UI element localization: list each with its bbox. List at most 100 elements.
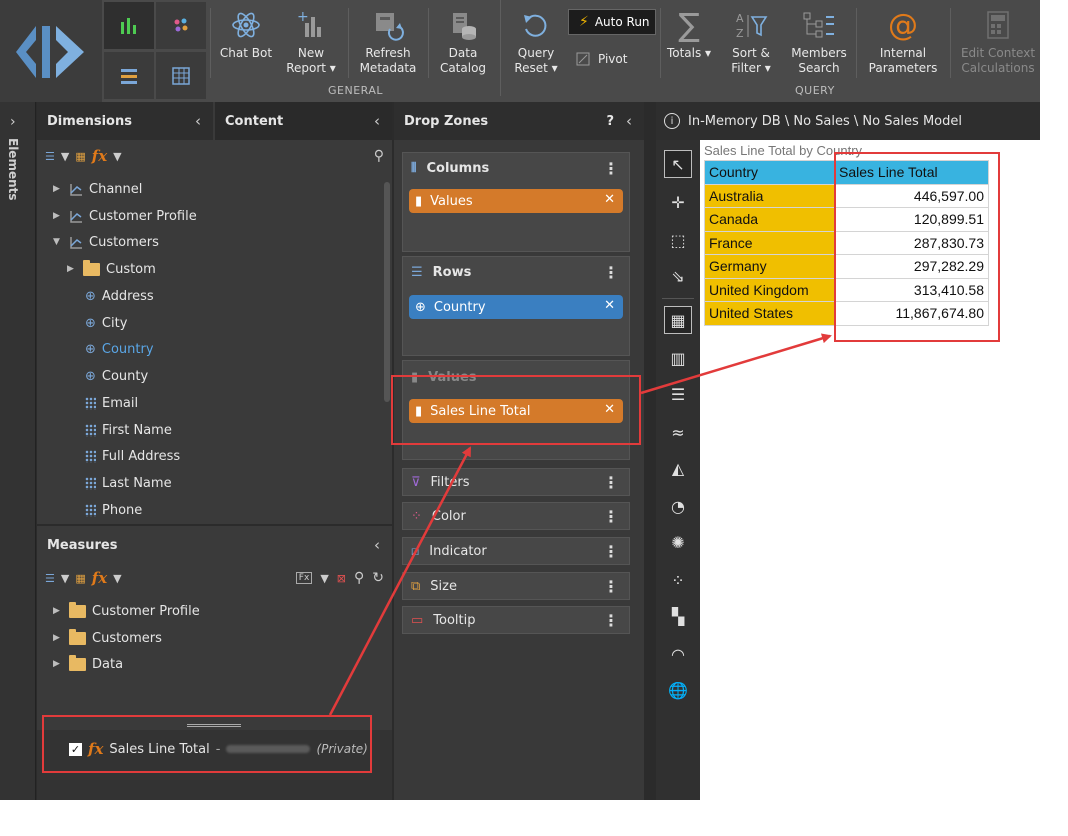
visualize-quick-button[interactable] [104, 2, 154, 49]
caret-down-icon[interactable]: ▼ [53, 237, 63, 247]
tree-item-data-measures[interactable]: ▶ Data [53, 651, 123, 677]
column-chart-icon[interactable]: ▥ [664, 344, 692, 372]
kebab-menu-icon[interactable]: ⋮ [603, 159, 619, 178]
dropdown-icon[interactable]: ▼ [113, 150, 121, 163]
table-cell-value[interactable]: 297,282.29 [834, 254, 989, 279]
table-cell-country[interactable]: France [704, 230, 835, 255]
dropdown-icon[interactable]: ▼ [113, 572, 121, 585]
edit-context-calculations-button[interactable]: Edit Context Calculations [956, 4, 1040, 84]
chart-settings-quick-button[interactable] [104, 52, 154, 99]
grid-visual-icon[interactable]: ▦ [664, 306, 692, 334]
caret-right-icon[interactable]: ▶ [53, 633, 63, 643]
help-icon[interactable]: ? [606, 114, 614, 129]
line-chart-icon[interactable]: ≈ [664, 418, 692, 446]
table-cell-country[interactable]: Australia [704, 183, 835, 208]
tree-item-email[interactable]: Email [85, 390, 138, 416]
area-chart-icon[interactable]: ◭ [664, 454, 692, 482]
refresh-icon[interactable]: ↻ [372, 570, 384, 586]
new-report-button[interactable]: + New Report ▾ [282, 4, 340, 84]
table-cell-country[interactable]: Germany [704, 254, 835, 279]
tree-item-last-name[interactable]: Last Name [85, 470, 172, 496]
kebab-menu-icon[interactable]: ⋮ [603, 542, 619, 561]
calendar-icon[interactable]: ▦ [75, 150, 85, 163]
table-header-value[interactable]: Sales Line Total [834, 160, 989, 185]
tree-item-custom[interactable]: ▶ Custom [67, 256, 156, 282]
tree-item-customer-profile[interactable]: ▶ Customer Profile [53, 203, 197, 229]
refresh-metadata-button[interactable]: Refresh Metadata [354, 4, 422, 84]
search-icon[interactable]: ⚲ [354, 570, 364, 586]
grid-quick-button[interactable] [156, 52, 206, 99]
tree-item-customer-profile-measures[interactable]: ▶ Customer Profile [53, 598, 200, 624]
table-cell-country[interactable]: United States [704, 301, 835, 326]
collapse-dimensions-icon[interactable]: ‹ [195, 112, 201, 130]
tree-view-icon[interactable]: ☰ [45, 150, 55, 163]
splitter-handle[interactable] [187, 724, 241, 727]
select-tool-icon[interactable]: ↖ [664, 150, 692, 178]
clear-filter-icon[interactable]: ⊠ [337, 572, 346, 585]
caret-right-icon[interactable]: ▶ [53, 211, 63, 221]
columns-drop-zone[interactable]: ⫴ Columns ⋮ ▮ Values ✕ [402, 152, 630, 252]
data-catalog-button[interactable]: Data Catalog [434, 4, 492, 84]
radar-chart-icon[interactable]: ✺ [664, 528, 692, 556]
selected-measure-item[interactable]: ✓ fx Sales Line Total - (Private) [69, 736, 368, 762]
tree-item-full-address[interactable]: Full Address [85, 443, 180, 469]
kebab-menu-icon[interactable]: ⋮ [603, 611, 619, 630]
color-drop-zone[interactable]: ⁘ Color ⋮ [402, 502, 630, 530]
calendar-icon[interactable]: ▦ [75, 572, 85, 585]
chevron-right-icon[interactable]: › [10, 114, 16, 130]
collapse-measures-icon[interactable]: ‹ [374, 536, 380, 554]
totals-button[interactable]: ∑ Totals ▾ [664, 4, 714, 84]
columns-values-pill[interactable]: ▮ Values ✕ [409, 189, 623, 213]
collapse-drop-zones-icon[interactable]: ‹ [626, 112, 632, 130]
kebab-menu-icon[interactable]: ⋮ [603, 577, 619, 596]
members-search-button[interactable]: Members Search [788, 4, 850, 84]
dropdown-icon[interactable]: ▼ [320, 572, 328, 585]
caret-right-icon[interactable]: ▶ [53, 184, 63, 194]
scatter-chart-icon[interactable]: ⁘ [664, 566, 692, 594]
sort-filter-button[interactable]: AZ Sort & Filter ▾ [722, 4, 780, 84]
caret-right-icon[interactable]: ▶ [53, 606, 63, 616]
tree-item-address[interactable]: ⊕ Address [85, 283, 154, 309]
tree-item-channel[interactable]: ▶ Channel [53, 176, 142, 202]
search-icon[interactable]: ⚲ [374, 148, 384, 164]
collapse-content-icon[interactable]: ‹ [374, 112, 380, 130]
globe-map-icon[interactable]: 🌐 [664, 676, 692, 704]
drill-tool-icon[interactable]: ⇘ [664, 262, 692, 290]
dimensions-scrollbar[interactable] [384, 182, 390, 402]
tree-item-customers-measures[interactable]: ▶ Customers [53, 625, 162, 651]
rows-drop-zone[interactable]: ☰ Rows ⋮ ⊕ Country ✕ [402, 256, 630, 356]
add-tool-icon[interactable]: ✛ [664, 188, 692, 216]
table-cell-value[interactable]: 287,830.73 [834, 230, 989, 255]
pie-chart-icon[interactable]: ◔ [664, 492, 692, 520]
table-header-country[interactable]: Country [704, 160, 835, 185]
table-cell-country[interactable]: United Kingdom [704, 277, 835, 302]
table-cell-value[interactable]: 446,597.00 [834, 183, 989, 208]
content-tab[interactable]: Content ‹ [215, 102, 392, 140]
remove-icon[interactable]: ✕ [604, 402, 615, 417]
tree-view-icon[interactable]: ☰ [45, 572, 55, 585]
values-drop-zone[interactable]: ▮ Values ▮ Sales Line Total ✕ [402, 360, 630, 460]
fx-box-icon[interactable]: Fx [295, 572, 313, 584]
rows-country-pill[interactable]: ⊕ Country ✕ [409, 295, 623, 319]
table-cell-value[interactable]: 11,867,674.80 [834, 301, 989, 326]
kebab-menu-icon[interactable]: ⋮ [603, 507, 619, 526]
remove-icon[interactable]: ✕ [604, 298, 615, 313]
fx-icon[interactable]: fx [92, 569, 107, 587]
tree-item-country[interactable]: ⊕ Country [85, 336, 154, 362]
tree-map-icon[interactable]: ▚ [664, 602, 692, 630]
caret-right-icon[interactable]: ▶ [67, 264, 77, 274]
info-icon[interactable]: i [664, 113, 680, 129]
filters-drop-zone[interactable]: ⊽ Filters ⋮ [402, 468, 630, 496]
caret-right-icon[interactable]: ▶ [53, 659, 63, 669]
values-sales-line-total-pill[interactable]: ▮ Sales Line Total ✕ [409, 399, 623, 423]
internal-parameters-button[interactable]: @ Internal Parameters [862, 4, 944, 84]
table-cell-value[interactable]: 313,410.58 [834, 277, 989, 302]
bar-chart-icon[interactable]: ☰ [664, 380, 692, 408]
elements-side-strip[interactable]: › Elements [0, 102, 36, 800]
fx-icon[interactable]: fx [92, 147, 107, 165]
kebab-menu-icon[interactable]: ⋮ [603, 473, 619, 492]
tree-item-city[interactable]: ⊕ City [85, 310, 127, 336]
marquee-select-icon[interactable]: ⬚ [664, 226, 692, 254]
table-cell-country[interactable]: Canada [704, 207, 835, 232]
report-canvas[interactable]: Sales Line Total by Country Country Sale… [700, 140, 1040, 800]
